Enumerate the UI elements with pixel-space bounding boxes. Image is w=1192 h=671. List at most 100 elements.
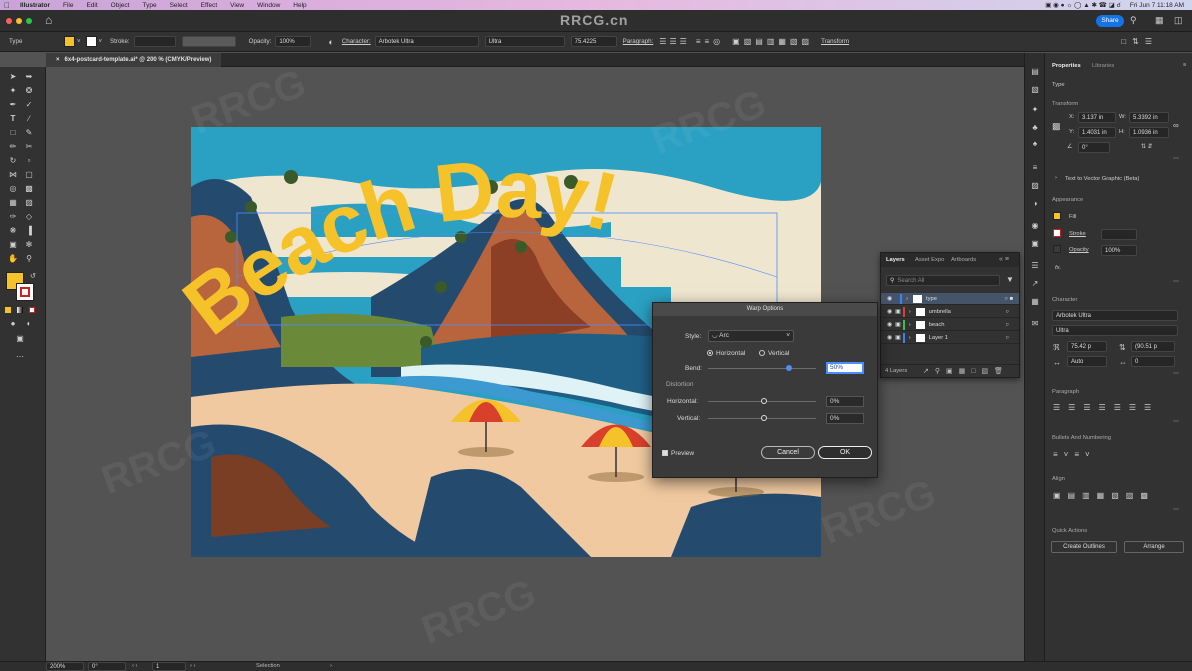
zoom-window-button[interactable] — [26, 18, 32, 24]
lock-icon[interactable]: ▣ — [895, 334, 901, 341]
panel-menu-icon[interactable]: « ≡ — [999, 256, 1009, 263]
layer-action-icons[interactable]: ↗⚲▣▦□▧🗑 — [923, 367, 1009, 375]
character-label[interactable]: Character: — [342, 38, 371, 45]
stroke-swatch[interactable] — [1053, 229, 1061, 237]
font-family-select[interactable]: Arbotek Ultra — [1052, 310, 1178, 321]
minimize-window-button[interactable] — [16, 18, 22, 24]
create-outlines-button[interactable]: Create Outlines — [1051, 541, 1117, 553]
graphic-styles-icon[interactable]: ♠ — [1030, 139, 1040, 149]
font-style-select[interactable]: Ultra — [484, 36, 565, 47]
menu-select[interactable]: Select — [170, 2, 188, 9]
kerning-field[interactable]: Auto — [1067, 356, 1107, 367]
chevron-down-icon[interactable]: ˅ — [77, 39, 81, 45]
close-icon[interactable]: × — [56, 57, 60, 63]
transparency-panel-icon[interactable]: ◑ — [1030, 199, 1040, 209]
line-tool-icon[interactable]: ∕ — [24, 114, 34, 124]
paragraph-align-icons[interactable]: ☰☰☰☰☰☰☰ — [1053, 403, 1159, 412]
shape-builder-icon[interactable]: ◎ — [8, 184, 18, 194]
filter-icon[interactable]: ▼ — [1006, 275, 1014, 284]
artboards-panel-icon[interactable]: ▦ — [1030, 297, 1040, 307]
stroke-swatch[interactable] — [85, 36, 97, 47]
distortion-h-handle[interactable] — [761, 398, 767, 404]
menu-help[interactable]: Help — [293, 2, 306, 9]
draw-inside-icon[interactable]: ◐ — [24, 319, 34, 329]
style-select[interactable]: ◡ Arc ˅ — [708, 330, 794, 342]
headline-text[interactable]: Beach Day! — [176, 143, 626, 352]
variable-width-field[interactable] — [181, 36, 236, 47]
direct-selection-tool-icon[interactable]: ➥ — [24, 72, 34, 82]
none-mode-icon[interactable] — [29, 307, 35, 313]
menu-object[interactable]: Object — [111, 2, 130, 9]
lock-icon[interactable]: ▣ — [895, 308, 901, 315]
selection-tool-icon[interactable]: ➤ — [8, 72, 18, 82]
artboard-next-icons[interactable]: › › — [190, 663, 195, 669]
menu-edit[interactable]: Edit — [86, 2, 97, 9]
rotation-field[interactable]: 0° — [88, 662, 126, 671]
layer-name[interactable]: beach — [929, 322, 945, 328]
x-field[interactable]: 3.137 in — [1078, 112, 1116, 123]
zoom-field[interactable]: 200% — [46, 662, 84, 671]
panel-menu-icon[interactable]: ≡ — [1183, 62, 1186, 68]
screen-mode-icon[interactable]: ▣ — [15, 334, 25, 344]
font-family-select[interactable]: Arbotek Ultra — [374, 36, 479, 47]
tracking-field[interactable]: 0 — [1131, 356, 1175, 367]
stroke-label[interactable]: Stroke — [1069, 231, 1086, 237]
document-tab[interactable]: × 6x4-postcard-template.ai* @ 200 % (CMY… — [46, 53, 222, 67]
chevron-down-icon[interactable]: ˅ — [99, 39, 103, 45]
target-icon[interactable]: ○ — [1005, 335, 1009, 341]
menu-view[interactable]: View — [230, 2, 244, 9]
scissors-icon[interactable]: ✂ — [24, 142, 34, 152]
symbol-sprayer-icon[interactable]: ❋ — [8, 226, 18, 236]
slice-tool-icon[interactable]: ✻ — [24, 240, 34, 250]
perspective-grid-icon[interactable]: ▦ — [8, 198, 18, 208]
comments-icon[interactable]: ✉ — [1030, 319, 1040, 329]
stroke-panel-icon[interactable]: ≡ — [1030, 163, 1040, 173]
more-options-icon[interactable]: ⋯ — [1173, 419, 1179, 425]
fx-button[interactable]: fx. — [1055, 265, 1061, 271]
asset-export-icon[interactable]: ↗ — [1030, 279, 1040, 289]
image-trace-icon[interactable]: ▣ — [1030, 239, 1040, 249]
more-options-icon[interactable]: ⋯ — [1173, 279, 1179, 285]
opacity-field[interactable]: 100% — [1101, 245, 1137, 256]
vertical-radio[interactable]: Vertical — [759, 350, 789, 357]
eye-icon[interactable]: ◉ — [887, 335, 892, 341]
text-to-vector-link[interactable]: Text to Vector Graphic (Beta) — [1065, 176, 1139, 182]
recolor-icon[interactable]: ◐ — [328, 37, 333, 47]
gradient-tool-icon[interactable]: ▨ — [24, 198, 34, 208]
y-field[interactable]: 1.4031 in — [1078, 127, 1116, 138]
properties-panel-icon[interactable]: ▤ — [1030, 67, 1040, 77]
close-window-button[interactable] — [6, 18, 12, 24]
tab-artboards[interactable]: Artboards — [951, 257, 976, 263]
font-size-field[interactable]: 75.42 p — [1067, 341, 1107, 352]
tab-libraries[interactable]: Libraries — [1092, 63, 1114, 69]
rectangle-tool-icon[interactable]: □ — [8, 128, 18, 138]
menu-effect[interactable]: Effect — [201, 2, 218, 9]
chevron-right-icon[interactable]: › — [909, 322, 911, 328]
apple-icon[interactable]:  — [4, 1, 10, 10]
color-mode-icon[interactable] — [5, 307, 11, 313]
bend-field[interactable]: 50% — [826, 362, 864, 374]
lock-icon[interactable]: ▣ — [895, 321, 901, 328]
zoom-tool-icon[interactable]: ⚲ — [24, 254, 34, 264]
artboard-tool-icon[interactable]: ▣ — [8, 240, 18, 250]
tab-asset-export[interactable]: Asset Expo — [915, 257, 944, 263]
width-tool-icon[interactable]: ⋈ — [8, 170, 18, 180]
layer-name[interactable]: type — [926, 296, 937, 302]
scale-tool-icon[interactable]: ▫ — [24, 156, 34, 166]
layer-row[interactable]: ◉ ▣ › umbrella ○ — [881, 306, 1019, 318]
w-field[interactable]: 5.3392 in — [1129, 112, 1169, 123]
menu-file[interactable]: File — [63, 2, 73, 9]
tab-properties[interactable]: Properties — [1052, 63, 1081, 69]
share-button[interactable]: Share — [1096, 15, 1124, 27]
layer-row[interactable]: ◉ ▣ › beach ○ — [881, 319, 1019, 331]
home-icon[interactable]: ⌂ — [45, 13, 52, 27]
link-proportions-icon[interactable]: ∞ — [1173, 121, 1179, 130]
more-options-icon[interactable]: ⋯ — [1173, 507, 1179, 513]
align-object-icons[interactable]: ▣▧▤▥▦▧▨ — [732, 37, 813, 46]
eye-icon[interactable]: ◉ — [887, 296, 892, 302]
target-icon[interactable]: ○ — [1005, 309, 1009, 315]
bend-slider-handle[interactable] — [786, 365, 792, 371]
window-layout-icon[interactable]: ◫ — [1174, 15, 1183, 26]
bend-slider-track[interactable] — [708, 368, 816, 369]
fill-swatch[interactable] — [1053, 212, 1061, 220]
